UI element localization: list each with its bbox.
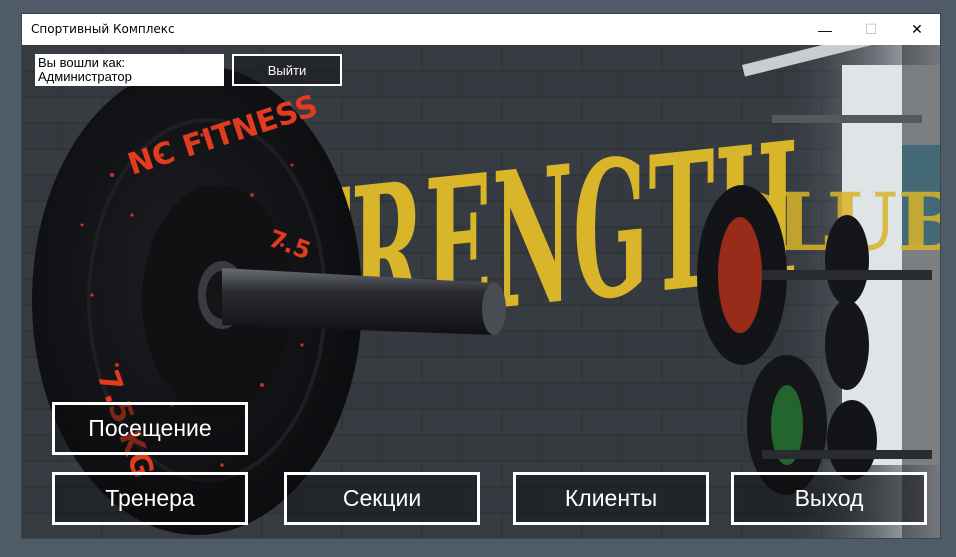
logged-in-user-label: Вы вошли как: Администратор — [35, 54, 224, 86]
app-window: Спортивный Комплекс — ☐ ✕ STRENGTH CLUB … — [22, 14, 940, 538]
clients-button[interactable]: Клиенты — [513, 472, 709, 525]
logout-button[interactable]: Выйти — [232, 54, 342, 86]
close-button[interactable]: ✕ — [894, 14, 940, 45]
exit-button[interactable]: Выход — [731, 472, 927, 525]
maximize-button[interactable]: ☐ — [848, 14, 894, 45]
minimize-button[interactable]: — — [802, 14, 848, 45]
sections-button[interactable]: Секции — [284, 472, 480, 525]
visits-button[interactable]: Посещение — [52, 402, 248, 455]
trainers-button[interactable]: Тренера — [52, 472, 248, 525]
window-title: Спортивный Комплекс — [31, 22, 175, 36]
title-bar: Спортивный Комплекс — ☐ ✕ — [22, 14, 940, 45]
gym-background-image: STRENGTH CLUB NC FITNESS 7.5 7.5 KG — [22, 45, 940, 538]
main-content: STRENGTH CLUB NC FITNESS 7.5 7.5 KG Вы в… — [22, 45, 940, 538]
